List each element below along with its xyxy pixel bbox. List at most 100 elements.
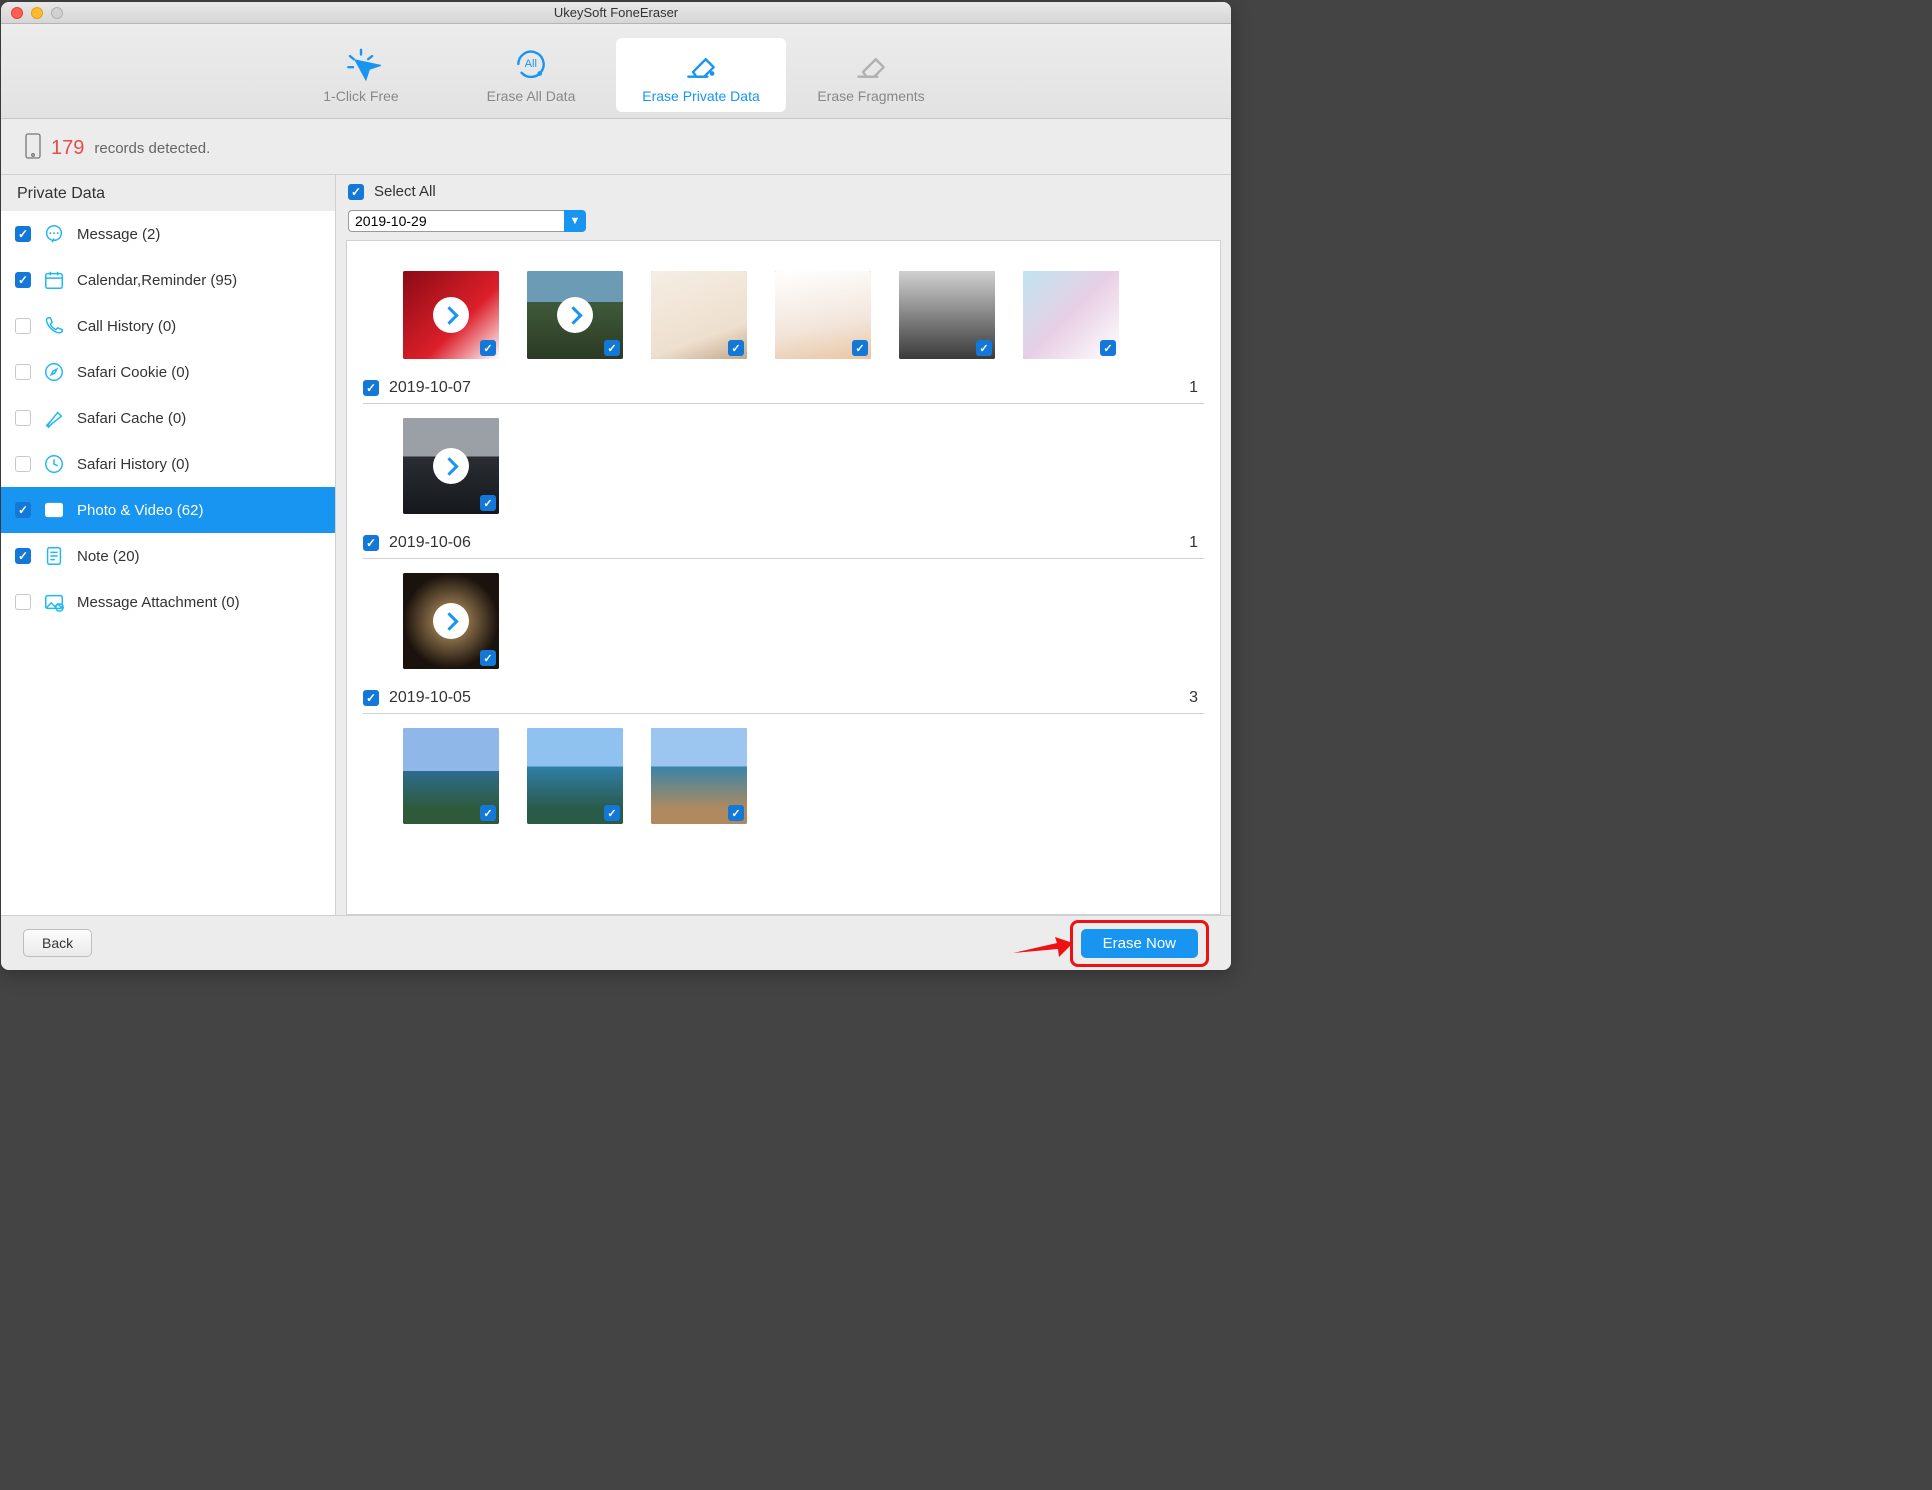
thumbnail-checkbox[interactable] xyxy=(480,340,496,356)
sidebar-checkbox[interactable] xyxy=(15,502,31,518)
sidebar-checkbox[interactable] xyxy=(15,272,31,288)
thumbnail-group: 2019-10-053 xyxy=(363,683,1204,828)
sidebar-item-image[interactable]: Photo & Video (62) xyxy=(1,487,335,533)
sidebar-item-clock[interactable]: Safari History (0) xyxy=(1,441,335,487)
play-icon xyxy=(433,448,469,484)
thumbs-row xyxy=(363,559,1204,673)
sidebar-list: Message (2) Calendar,Reminder (95) Call Hi… xyxy=(1,211,335,915)
status-row: 179 records detected. xyxy=(1,119,1231,175)
select-all-label: Select All xyxy=(374,183,436,200)
tab-label: 1-Click Free xyxy=(276,88,446,104)
sidebar-item-calendar[interactable]: Calendar,Reminder (95) xyxy=(1,257,335,303)
titlebar: UkeySoft FoneEraser xyxy=(1,2,1231,24)
thumbnail-checkbox[interactable] xyxy=(480,805,496,821)
main-panel: Select All ▼ 2019-10-0712019-10-0612019-… xyxy=(336,175,1231,915)
sidebar-item-note[interactable]: Note (20) xyxy=(1,533,335,579)
group-count: 1 xyxy=(1189,379,1204,397)
tab-1-click-free[interactable]: 1-Click Free xyxy=(276,38,446,112)
sidebar-item-label: Photo & Video (62) xyxy=(77,502,321,519)
thumbnail[interactable] xyxy=(527,728,623,824)
select-all-row[interactable]: Select All xyxy=(346,181,1221,206)
group-date: 2019-10-07 xyxy=(389,379,1179,397)
play-icon xyxy=(433,297,469,333)
thumbnail[interactable] xyxy=(403,573,499,669)
records-text: records detected. xyxy=(94,140,210,157)
thumbnail-checkbox[interactable] xyxy=(728,805,744,821)
sidebar-item-label: Safari History (0) xyxy=(77,456,321,473)
sidebar-checkbox[interactable] xyxy=(15,410,31,426)
group-header[interactable]: 2019-10-061 xyxy=(363,528,1204,559)
thumbnail-checkbox[interactable] xyxy=(480,495,496,511)
sidebar-item-compass[interactable]: Safari Cookie (0) xyxy=(1,349,335,395)
device-icon xyxy=(25,133,41,164)
sidebar: Private Data Message (2) Calendar,Reminde… xyxy=(1,175,336,915)
thumbnail-checkbox[interactable] xyxy=(604,340,620,356)
svg-text:All: All xyxy=(525,58,537,70)
thumbnail-group: 2019-10-07 1 xyxy=(363,373,1204,518)
date-input[interactable] xyxy=(348,210,564,232)
tab-erase-private-data[interactable]: Erase Private Data xyxy=(616,38,786,112)
thumbnail[interactable] xyxy=(651,728,747,824)
records-count: 179 xyxy=(51,137,84,160)
tab-erase-fragments[interactable]: Erase Fragments xyxy=(786,38,956,112)
brush-icon xyxy=(43,407,65,429)
sidebar-item-attach[interactable]: Message Attachment (0) xyxy=(1,579,335,625)
sidebar-checkbox[interactable] xyxy=(15,364,31,380)
thumbnail[interactable] xyxy=(775,271,871,359)
group-header[interactable]: 2019-10-07 1 xyxy=(363,373,1204,404)
sidebar-item-label: Message (2) xyxy=(77,226,321,243)
clock-icon xyxy=(43,453,65,475)
thumbnail-checkbox[interactable] xyxy=(1100,340,1116,356)
thumbnail-checkbox[interactable] xyxy=(728,340,744,356)
erase-now-button[interactable]: Erase Now xyxy=(1081,929,1198,958)
window-title: UkeySoft FoneEraser xyxy=(1,5,1231,20)
thumbnail[interactable] xyxy=(403,728,499,824)
sidebar-item-phone[interactable]: Call History (0) xyxy=(1,303,335,349)
thumbnail[interactable] xyxy=(899,271,995,359)
group-header[interactable]: 2019-10-053 xyxy=(363,683,1204,714)
sidebar-title: Private Data xyxy=(1,175,335,211)
chevron-down-icon[interactable]: ▼ xyxy=(564,210,586,232)
footer: Back Erase Now xyxy=(1,915,1231,970)
thumbnail-grid[interactable]: 2019-10-07 1 2019-10-061 2019-10-053 xyxy=(346,240,1221,915)
thumbnail-checkbox[interactable] xyxy=(604,805,620,821)
sidebar-checkbox[interactable] xyxy=(15,318,31,334)
main-tabs: 1-Click Free All Erase All Data Erase P xyxy=(1,24,1231,119)
sidebar-item-label: Call History (0) xyxy=(77,318,321,335)
thumbs-row xyxy=(363,404,1204,518)
group-checkbox[interactable] xyxy=(363,535,379,551)
thumbnail-group: 2019-10-061 xyxy=(363,528,1204,673)
group-checkbox[interactable] xyxy=(363,690,379,706)
sidebar-checkbox[interactable] xyxy=(15,456,31,472)
thumbnail-checkbox[interactable] xyxy=(976,340,992,356)
sidebar-checkbox[interactable] xyxy=(15,548,31,564)
thumbnail[interactable] xyxy=(403,418,499,514)
sidebar-item-label: Safari Cache (0) xyxy=(77,410,321,427)
thumbnail[interactable] xyxy=(651,271,747,359)
back-button[interactable]: Back xyxy=(23,929,92,957)
date-select[interactable]: ▼ xyxy=(348,210,1219,232)
tab-erase-all-data[interactable]: All Erase All Data xyxy=(446,38,616,112)
sidebar-checkbox[interactable] xyxy=(15,226,31,242)
select-all-checkbox[interactable] xyxy=(348,184,364,200)
thumbnail[interactable] xyxy=(527,271,623,359)
thumbnail[interactable] xyxy=(1023,271,1119,359)
tab-label: Erase Fragments xyxy=(786,88,956,104)
sidebar-item-label: Safari Cookie (0) xyxy=(77,364,321,381)
calendar-icon xyxy=(43,269,65,291)
thumbnail-group xyxy=(363,257,1204,363)
erase-all-icon: All xyxy=(446,44,616,84)
eraser-icon xyxy=(616,44,786,84)
erase-now-highlight: Erase Now xyxy=(1070,920,1209,967)
image-icon xyxy=(43,499,65,521)
sidebar-item-message[interactable]: Message (2) xyxy=(1,211,335,257)
thumbnail-checkbox[interactable] xyxy=(852,340,868,356)
sidebar-item-brush[interactable]: Safari Cache (0) xyxy=(1,395,335,441)
thumbnail-checkbox[interactable] xyxy=(480,650,496,666)
thumbnail[interactable] xyxy=(403,271,499,359)
arrow-annotation-icon xyxy=(1013,935,1073,953)
sidebar-checkbox[interactable] xyxy=(15,594,31,610)
group-checkbox[interactable] xyxy=(363,380,379,396)
group-date: 2019-10-06 xyxy=(389,534,1179,552)
tab-label: Erase Private Data xyxy=(616,88,786,104)
